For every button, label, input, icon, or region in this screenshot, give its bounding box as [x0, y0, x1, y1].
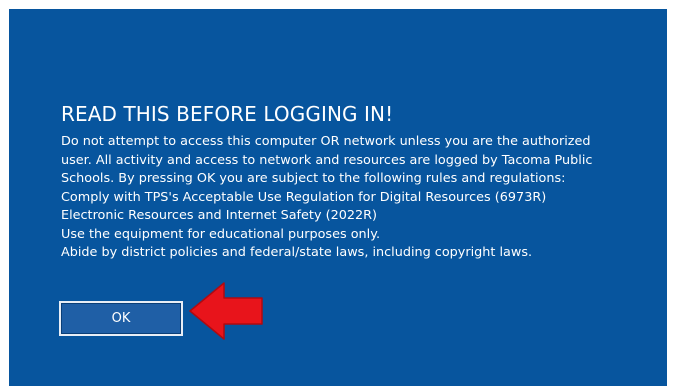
red-arrow-icon [189, 282, 263, 340]
notice-line: Electronic Resources and Internet Safety… [61, 208, 378, 223]
notice-title: READ THIS BEFORE LOGGING IN! [61, 102, 394, 126]
login-notice-screen: READ THIS BEFORE LOGGING IN! Do not atte… [9, 9, 667, 386]
notice-message: Do not attempt to access this computer O… [61, 133, 651, 263]
ok-button[interactable]: OK [59, 301, 183, 336]
notice-line: Use the equipment for educational purpos… [61, 226, 381, 242]
notice-line: Schools. By pressing OK you are subject … [61, 171, 566, 186]
notice-line: Do not attempt to access this computer O… [61, 134, 591, 149]
notice-line: Abide by district policies and federal/s… [61, 245, 533, 260]
notice-line: user. All activity and access to network… [61, 152, 593, 168]
notice-line: Comply with TPS's Acceptable Use Regulat… [61, 189, 547, 205]
